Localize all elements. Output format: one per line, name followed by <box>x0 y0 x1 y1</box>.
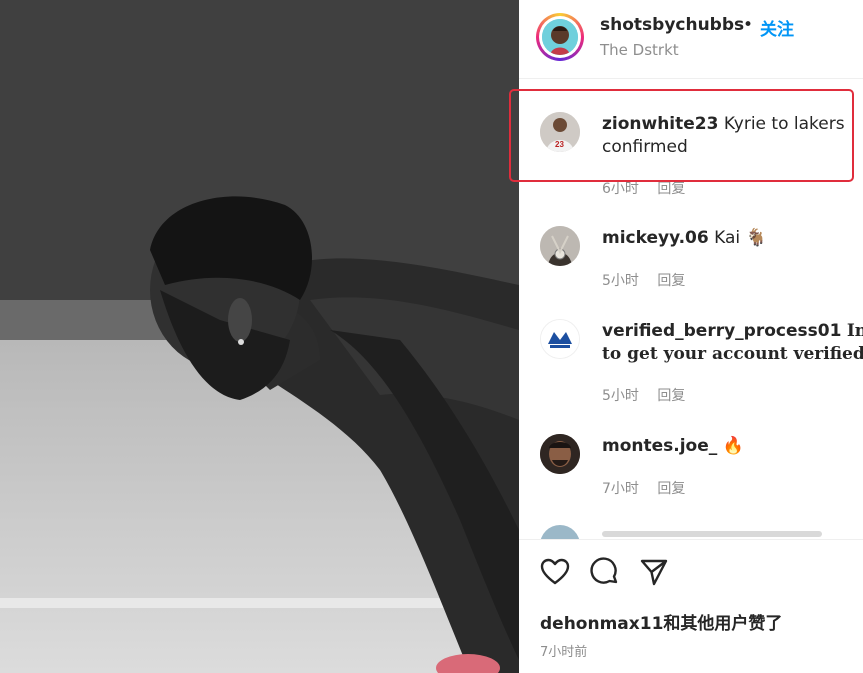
comment-text: Kyrie to lakers <box>723 114 845 134</box>
comment-time: 7小时 <box>602 481 639 497</box>
comment-time: 5小时 <box>602 388 639 404</box>
comment-avatar[interactable]: 23 <box>540 112 580 152</box>
basketball-player-image <box>0 0 519 673</box>
reply-button[interactable]: 回复 <box>657 273 685 289</box>
post-photo[interactable] <box>0 0 519 673</box>
likes-summary[interactable]: dehonmax11和其他用户赞了 <box>540 609 782 634</box>
post-actions-bar: dehonmax11和其他用户赞了 7小时前 <box>519 539 863 673</box>
comment-text-line2: confirmed <box>602 137 688 157</box>
comment-time: 6小时 <box>602 181 639 197</box>
jersey-avatar-icon: 23 <box>540 112 580 152</box>
comment-username[interactable]: mickeyy.06 <box>602 228 709 248</box>
comment-time: 5小时 <box>602 273 639 289</box>
author-avatar[interactable] <box>542 19 578 55</box>
comments-list[interactable]: 23 zionwhite23 Kyrie to lakers confirmed… <box>519 79 863 539</box>
comment-avatar-partial[interactable] <box>540 525 580 539</box>
comment-text: 🔥 <box>722 436 744 456</box>
comment-text: Kai 🐐 <box>714 228 767 248</box>
author-username[interactable]: shotsbychubbs <box>600 15 744 35</box>
follow-button[interactable]: 关注 <box>760 15 794 40</box>
reply-button[interactable]: 回复 <box>657 388 685 404</box>
chain-avatar-icon <box>540 226 580 266</box>
author-avatar-icon <box>542 19 578 55</box>
header-separator: • <box>743 15 754 35</box>
comment-avatar[interactable] <box>540 319 580 359</box>
heart-icon[interactable] <box>540 557 570 587</box>
badge-logo-avatar-icon <box>541 320 579 358</box>
reply-button[interactable]: 回复 <box>657 181 685 197</box>
post-timestamp: 7小时前 <box>540 645 588 660</box>
comment-username[interactable]: verified_berry_process01 <box>602 321 841 341</box>
comment-icon[interactable] <box>590 557 620 587</box>
comment-avatar[interactable] <box>540 434 580 474</box>
person-avatar-icon <box>540 434 580 474</box>
svg-text:23: 23 <box>555 140 564 149</box>
comment-text-line2: to get your account verified🔵💯 <box>602 344 863 364</box>
post-header: shotsbychubbs • 关注 The Dstrkt <box>519 0 863 79</box>
reply-button[interactable]: 回复 <box>657 481 685 497</box>
comment-partial-text <box>602 531 822 537</box>
comment-avatar[interactable] <box>540 226 580 266</box>
story-ring[interactable] <box>536 13 584 61</box>
comment-username[interactable]: zionwhite23 <box>602 114 718 134</box>
post-detail-panel: shotsbychubbs • 关注 The Dstrkt 23 zionwhi… <box>519 0 863 673</box>
post-location[interactable]: The Dstrkt <box>600 41 679 59</box>
comment-text: Inbo <box>846 321 863 341</box>
comment-username[interactable]: montes.joe_ <box>602 436 717 456</box>
send-icon[interactable] <box>639 557 669 587</box>
